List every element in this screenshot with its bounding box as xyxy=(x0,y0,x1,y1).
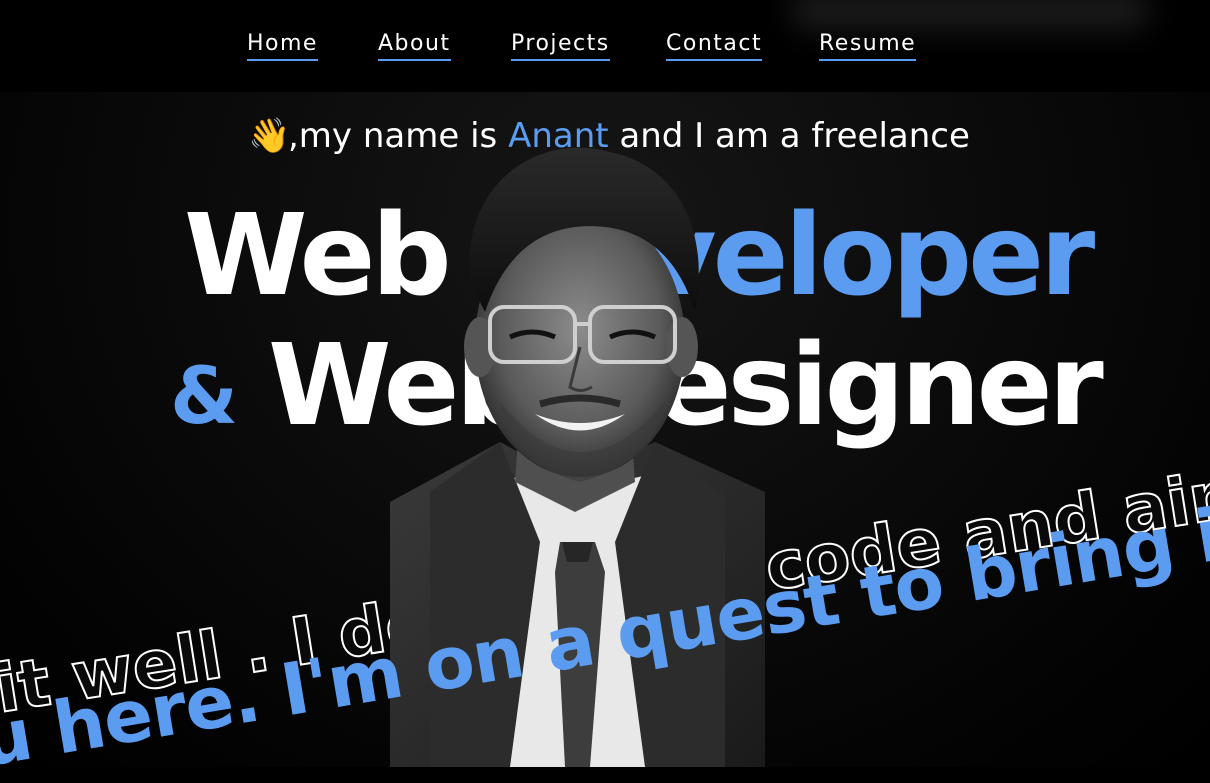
nav-link-home[interactable]: Home xyxy=(247,30,318,61)
nav-link-resume[interactable]: Resume xyxy=(819,30,917,61)
nav-shadow-decoration xyxy=(790,0,1150,30)
nav-link-about[interactable]: About xyxy=(378,30,451,61)
waving-hand-icon: 👋 xyxy=(248,116,291,156)
nav-link-contact[interactable]: Contact xyxy=(666,30,763,61)
nav-link-projects[interactable]: Projects xyxy=(511,30,610,61)
headline-ampersand: & xyxy=(170,352,239,442)
top-navigation: Home About Projects Contact Resume xyxy=(0,0,1210,92)
